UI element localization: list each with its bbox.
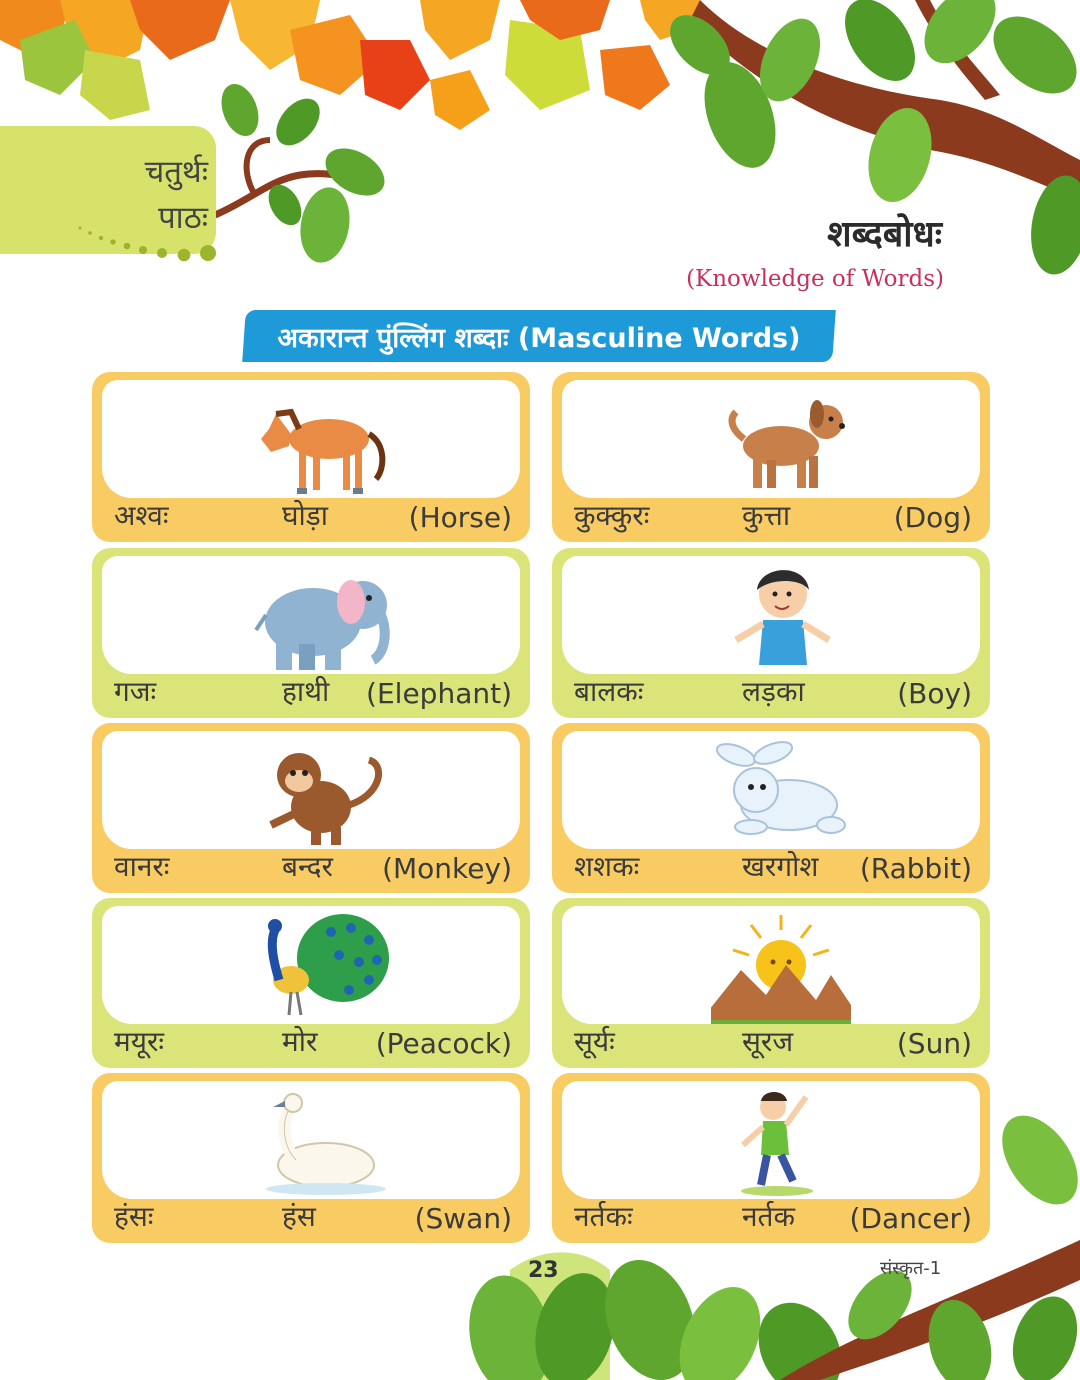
card-picture-area: [562, 731, 980, 849]
hindi-word: कुत्ता: [742, 499, 791, 532]
elephant-illustration: [251, 560, 391, 678]
english-word: (Dancer): [849, 1202, 972, 1235]
hindi-word: बन्दर: [282, 850, 333, 883]
hindi-word: हाथी: [282, 675, 330, 708]
sanskrit-word: मयूरः: [114, 1025, 165, 1058]
hindi-word: लड़का: [742, 675, 805, 708]
card-picture-area: [102, 906, 520, 1024]
section-banner: अकारान्त पुंल्लिंग शब्दाः (Masculine Wor…: [242, 310, 836, 362]
hindi-word: सूरज: [742, 1025, 794, 1058]
monkey-illustration: [251, 735, 391, 853]
hindi-word: नर्तक: [742, 1200, 796, 1233]
card-picture-area: [562, 1081, 980, 1199]
sun-illustration: [701, 910, 861, 1028]
sanskrit-word: गजः: [114, 675, 157, 708]
page-title: शब्दबोधः: [827, 213, 942, 255]
word-card-elephant: गजः हाथी (Elephant): [92, 548, 530, 718]
hindi-word: घोड़ा: [282, 499, 329, 532]
english-word: (Sun): [896, 1027, 972, 1060]
english-word: (Elephant): [366, 677, 512, 710]
card-picture-area: [562, 380, 980, 498]
word-card-monkey: वानरः बन्दर (Monkey): [92, 723, 530, 893]
english-word: (Horse): [408, 501, 512, 534]
peacock-illustration: [251, 910, 391, 1028]
sanskrit-word: बालकः: [574, 675, 644, 708]
rabbit-illustration: [711, 735, 851, 853]
word-card-swan: हंसः हंस (Swan): [92, 1073, 530, 1243]
sanskrit-word: शशकः: [574, 850, 640, 883]
word-card-horse: अश्वः घोड़ा (Horse): [92, 372, 530, 542]
card-picture-area: [102, 556, 520, 674]
english-word: (Rabbit): [859, 852, 972, 885]
word-card-boy: बालकः लड़का (Boy): [552, 548, 990, 718]
sanskrit-word: अश्वः: [114, 499, 169, 532]
sanskrit-word: नर्तकः: [574, 1200, 633, 1233]
card-picture-area: [562, 556, 980, 674]
sanskrit-word: वानरः: [114, 850, 170, 883]
card-picture-area: [562, 906, 980, 1024]
sanskrit-word: कुक्कुरः: [574, 499, 650, 532]
dog-illustration: [711, 384, 851, 502]
page-number: 23: [528, 1258, 559, 1283]
english-word: (Monkey): [382, 852, 512, 885]
hindi-word: हंस: [282, 1200, 316, 1233]
word-card-peacock: मयूरः मोर (Peacock): [92, 898, 530, 1068]
section-banner-text: अकारान्त पुंल्लिंग शब्दाः (Masculine Wor…: [277, 323, 801, 354]
hindi-word: मोर: [282, 1025, 318, 1058]
sanskrit-word: हंसः: [114, 1200, 154, 1233]
dancer-illustration: [711, 1085, 851, 1203]
card-picture-area: [102, 731, 520, 849]
boy-illustration: [711, 560, 851, 678]
chapter-number: चतुर्थः: [144, 154, 208, 190]
vine-leaves: [213, 83, 385, 263]
word-card-rabbit: शशकः खरगोश (Rabbit): [552, 723, 990, 893]
sanskrit-word: सूर्यः: [574, 1025, 615, 1058]
page-subtitle: (Knowledge of Words): [686, 266, 944, 292]
word-card-sun: सूर्यः सूरज (Sun): [552, 898, 990, 1068]
english-word: (Swan): [414, 1202, 512, 1235]
dotted-trail: [78, 226, 216, 262]
hindi-word: खरगोश: [742, 850, 819, 883]
horse-illustration: [251, 384, 391, 502]
book-name: संस्कृत-1: [880, 1258, 942, 1279]
word-card-dancer: नर्तकः नर्तक (Dancer): [552, 1073, 990, 1243]
maple-leaves-cluster: [0, 0, 700, 130]
card-picture-area: [102, 1081, 520, 1199]
word-card-dog: कुक्कुरः कुत्ता (Dog): [552, 372, 990, 542]
english-word: (Peacock): [375, 1027, 512, 1060]
english-word: (Boy): [897, 677, 972, 710]
swan-illustration: [251, 1085, 391, 1203]
english-word: (Dog): [893, 501, 972, 534]
card-picture-area: [102, 380, 520, 498]
